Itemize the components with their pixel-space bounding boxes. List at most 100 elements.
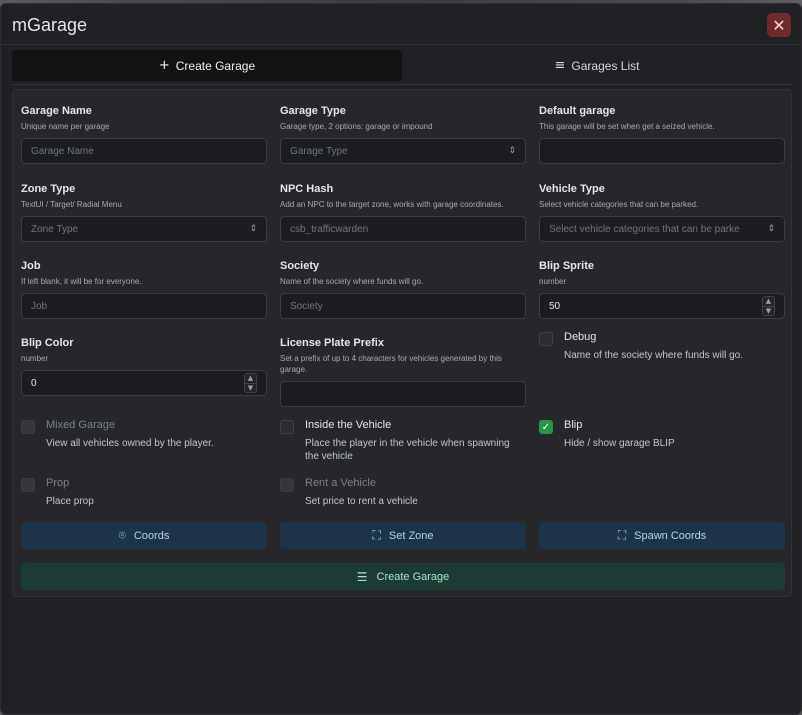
field-desc: Name of the society where funds will go. — [280, 277, 424, 286]
plus-icon: + — [158, 58, 170, 73]
checkbox-box[interactable] — [539, 332, 553, 346]
create-garage-form: Garage Name Unique name per garage Garag… — [12, 89, 792, 597]
check-icon[interactable]: ✓ — [539, 420, 553, 434]
field-desc: Unique name per garage — [21, 122, 110, 131]
blip-color-field: Blip Color number 0 ▲ ▼ — [21, 337, 267, 396]
select-placeholder: Garage Type — [290, 145, 348, 157]
garage-type-select[interactable]: Garage Type ⇕ — [280, 138, 526, 164]
checkbox-label: Mixed Garage — [46, 419, 116, 431]
blip-checkbox[interactable]: ✓ Blip Hide / show garage BLIP — [539, 419, 785, 450]
blip-sprite-field: Blip Sprite number 50 ▲ ▼ — [539, 260, 785, 319]
tab-create-garage[interactable]: + Create Garage — [12, 50, 402, 81]
zone-icon: ⛶ — [617, 528, 627, 542]
input-value: 0 — [31, 377, 37, 389]
vehicle-type-field: Vehicle Type Select vehicle categories t… — [539, 183, 785, 242]
chevron-updown-icon: ⇕ — [767, 224, 775, 234]
field-label: Vehicle Type — [539, 183, 605, 195]
field-label: Zone Type — [21, 183, 76, 195]
number-stepper[interactable]: ▲ ▼ — [244, 373, 257, 393]
tab-label: Garages List — [571, 58, 640, 73]
select-placeholder: Select vehicle categories that can be pa… — [549, 223, 740, 235]
field-desc: TextUI / Target/ Radial Menu — [21, 200, 122, 209]
stepper-down-icon[interactable]: ▼ — [245, 383, 256, 392]
field-desc: number — [21, 354, 49, 363]
input-value: 50 — [549, 300, 561, 312]
blip-color-input[interactable]: 0 ▲ ▼ — [21, 370, 267, 396]
checkbox-box[interactable] — [280, 420, 294, 434]
job-input[interactable]: Job — [21, 293, 267, 319]
create-garage-button[interactable]: ☰ Create Garage — [21, 563, 785, 590]
vehicle-type-select[interactable]: Select vehicle categories that can be pa… — [539, 216, 785, 242]
field-label: License Plate Prefix — [280, 337, 384, 349]
field-label: Default garage — [539, 105, 616, 117]
input-placeholder: Garage Name — [31, 145, 94, 157]
field-desc: If left blank, it will be for everyone. — [21, 277, 142, 286]
set-zone-button[interactable]: ⛶ Set Zone — [280, 522, 526, 549]
society-field: Society Name of the society where funds … — [280, 260, 526, 319]
tab-bar: + Create Garage ≡ Garages List — [12, 50, 792, 81]
stepper-up-icon[interactable]: ▲ — [245, 374, 256, 383]
debug-checkbox[interactable]: Debug Name of the society where funds wi… — [539, 331, 785, 362]
map-pin-icon: ⌾ — [118, 528, 126, 542]
button-label: Spawn Coords — [634, 529, 707, 542]
coords-button[interactable]: ⌾ Coords — [21, 522, 267, 549]
checkbox-desc: Name of the society where funds will go. — [564, 350, 743, 361]
tab-garages-list[interactable]: ≡ Garages List — [402, 50, 792, 81]
stepper-up-icon[interactable]: ▲ — [763, 297, 774, 306]
society-input[interactable]: Society — [280, 293, 526, 319]
field-desc: Set a prefix of up to 4 characters for v… — [280, 354, 502, 374]
inside-vehicle-checkbox[interactable]: Inside the Vehicle Place the player in t… — [280, 419, 526, 463]
app-title: mGarage — [12, 15, 88, 35]
title-bar: mGarage ✕ — [1, 4, 801, 45]
zone-type-select[interactable]: Zone Type ⇕ — [21, 216, 267, 242]
field-desc: This garage will be set when get a seize… — [539, 122, 715, 131]
button-label: Set Zone — [388, 529, 434, 542]
select-placeholder: Zone Type — [31, 223, 79, 235]
blip-sprite-input[interactable]: 50 ▲ ▼ — [539, 293, 785, 319]
prop-checkbox[interactable]: Prop Place prop — [21, 477, 267, 508]
field-label: Blip Sprite — [539, 260, 595, 272]
field-label: Blip Color — [21, 337, 74, 349]
plate-prefix-field: License Plate Prefix Set a prefix of up … — [280, 337, 526, 407]
checkbox-label: Prop — [46, 477, 70, 489]
field-label: NPC Hash — [280, 183, 334, 195]
checkbox-label: Inside the Vehicle — [305, 419, 392, 431]
stepper-down-icon[interactable]: ▼ — [763, 306, 774, 315]
npc-hash-input[interactable]: csb_trafficwarden — [280, 216, 526, 242]
list-icon: ≡ — [554, 58, 566, 73]
field-label: Society — [280, 260, 320, 272]
checkbox-label: Blip — [564, 419, 583, 431]
field-desc: number — [539, 277, 567, 286]
tab-label: Create Garage — [175, 58, 256, 73]
checkbox-desc: View all vehicles owned by the player. — [46, 438, 214, 449]
checkbox-label: Rent a Vehicle — [305, 477, 376, 489]
input-placeholder: Society — [290, 300, 323, 312]
checkbox-desc: Place prop — [46, 496, 94, 507]
default-garage-field: Default garage This garage will be set w… — [539, 105, 785, 164]
checkbox-box[interactable] — [280, 478, 294, 492]
mixed-garage-checkbox[interactable]: Mixed Garage View all vehicles owned by … — [21, 419, 267, 450]
default-garage-input[interactable] — [539, 138, 785, 164]
checkbox-box[interactable] — [21, 420, 35, 434]
number-stepper[interactable]: ▲ ▼ — [762, 296, 775, 316]
checkbox-desc: Set price to rent a vehicle — [305, 496, 418, 507]
input-placeholder: Job — [31, 300, 48, 312]
field-desc: Select vehicle categories that can be pa… — [539, 200, 699, 209]
garage-type-field: Garage Type Garage type, 2 options: gara… — [280, 105, 526, 164]
field-desc: Garage type, 2 options: garage or impoun… — [280, 122, 433, 131]
rent-vehicle-checkbox[interactable]: Rent a Vehicle Set price to rent a vehic… — [280, 477, 526, 508]
button-label: Coords — [133, 529, 170, 542]
garage-name-input[interactable]: Garage Name — [21, 138, 267, 164]
close-icon: ✕ — [772, 15, 786, 35]
plate-prefix-input[interactable] — [280, 381, 526, 407]
button-label: Create Garage — [376, 570, 450, 583]
checkbox-desc: Place the player in the vehicle when spa… — [305, 438, 510, 462]
checkbox-label: Debug — [564, 331, 597, 343]
spawn-coords-button[interactable]: ⛶ Spawn Coords — [539, 522, 785, 549]
chevron-updown-icon: ⇕ — [249, 224, 257, 234]
checkbox-desc: Hide / show garage BLIP — [564, 438, 675, 449]
garage-window: mGarage ✕ + Create Garage ≡ Garages List… — [0, 3, 802, 715]
npc-hash-field: NPC Hash Add an NPC to the target zone, … — [280, 183, 526, 242]
checkbox-box[interactable] — [21, 478, 35, 492]
close-button[interactable]: ✕ — [767, 13, 791, 37]
